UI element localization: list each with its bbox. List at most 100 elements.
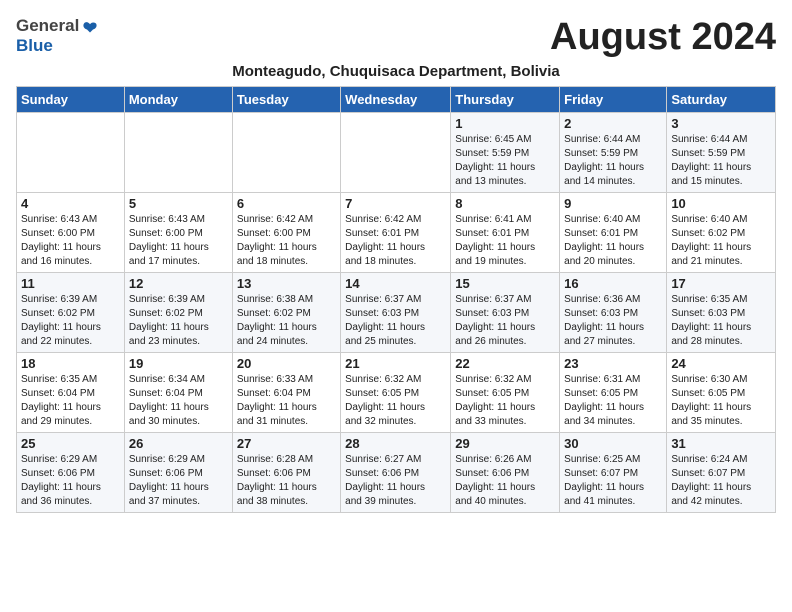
day-number: 26 [129, 436, 228, 451]
day-number: 22 [455, 356, 555, 371]
day-info: Sunrise: 6:44 AM Sunset: 5:59 PM Dayligh… [564, 133, 662, 189]
calendar-day-3: 3 Sunrise: 6:44 AM Sunset: 5:59 PM Daylig… [667, 113, 776, 193]
day-info: Sunrise: 6:32 AM Sunset: 6:05 PM Dayligh… [455, 373, 555, 429]
header: General Blue August 2024 [16, 16, 776, 59]
day-number: 20 [237, 356, 336, 371]
day-info: Sunrise: 6:25 AM Sunset: 6:07 PM Dayligh… [564, 453, 662, 509]
calendar-day-10: 10 Sunrise: 6:40 AM Sunset: 6:02 PM Dayli… [667, 193, 776, 273]
day-number: 9 [564, 196, 662, 211]
day-info: Sunrise: 6:32 AM Sunset: 6:05 PM Dayligh… [345, 373, 446, 429]
calendar-empty-cell [341, 113, 451, 193]
logo-blue: Blue [16, 36, 53, 56]
calendar-day-27: 27 Sunrise: 6:28 AM Sunset: 6:06 PM Dayli… [232, 433, 340, 513]
calendar-day-29: 29 Sunrise: 6:26 AM Sunset: 6:06 PM Dayli… [451, 433, 560, 513]
day-info: Sunrise: 6:37 AM Sunset: 6:03 PM Dayligh… [345, 293, 446, 349]
day-number: 29 [455, 436, 555, 451]
calendar-day-14: 14 Sunrise: 6:37 AM Sunset: 6:03 PM Dayli… [341, 273, 451, 353]
calendar-day-15: 15Sunrise: 6:37 AM Sunset: 6:03 PM Dayli… [451, 273, 560, 353]
day-number: 21 [345, 356, 446, 371]
day-number: 17 [671, 276, 771, 291]
calendar-week-row: 25 Sunrise: 6:29 AM Sunset: 6:06 PM Dayli… [17, 433, 776, 513]
calendar-day-20: 20Sunrise: 6:33 AM Sunset: 6:04 PM Dayli… [232, 353, 340, 433]
calendar-day-23: 23 Sunrise: 6:31 AM Sunset: 6:05 PM Dayli… [560, 353, 667, 433]
day-info: Sunrise: 6:29 AM Sunset: 6:06 PM Dayligh… [21, 453, 120, 509]
calendar-day-26: 26 Sunrise: 6:29 AM Sunset: 6:06 PM Dayli… [124, 433, 232, 513]
day-number: 18 [21, 356, 120, 371]
day-info: Sunrise: 6:29 AM Sunset: 6:06 PM Dayligh… [129, 453, 228, 509]
day-info: Sunrise: 6:40 AM Sunset: 6:01 PM Dayligh… [564, 213, 662, 269]
weekday-header-thursday: Thursday [451, 87, 560, 113]
day-info: Sunrise: 6:37 AM Sunset: 6:03 PM Dayligh… [455, 293, 555, 349]
calendar-week-row: 1Sunrise: 6:45 AM Sunset: 5:59 PM Daylig… [17, 113, 776, 193]
day-number: 23 [564, 356, 662, 371]
weekday-header-saturday: Saturday [667, 87, 776, 113]
weekday-header-monday: Monday [124, 87, 232, 113]
calendar-day-17: 17 Sunrise: 6:35 AM Sunset: 6:03 PM Dayli… [667, 273, 776, 353]
day-number: 27 [237, 436, 336, 451]
day-info: Sunrise: 6:35 AM Sunset: 6:03 PM Dayligh… [671, 293, 771, 349]
day-number: 31 [671, 436, 771, 451]
calendar-week-row: 4 Sunrise: 6:43 AM Sunset: 6:00 PM Daylig… [17, 193, 776, 273]
calendar-week-row: 11 Sunrise: 6:39 AM Sunset: 6:02 PM Dayli… [17, 273, 776, 353]
calendar-day-18: 18 Sunrise: 6:35 AM Sunset: 6:04 PM Dayli… [17, 353, 125, 433]
calendar-day-31: 31 Sunrise: 6:24 AM Sunset: 6:07 PM Dayli… [667, 433, 776, 513]
weekday-header-row: SundayMondayTuesdayWednesdayThursdayFrid… [17, 87, 776, 113]
day-info: Sunrise: 6:44 AM Sunset: 5:59 PM Dayligh… [671, 133, 771, 189]
day-info: Sunrise: 6:28 AM Sunset: 6:06 PM Dayligh… [237, 453, 336, 509]
logo: General Blue [16, 16, 99, 56]
day-info: Sunrise: 6:42 AM Sunset: 6:01 PM Dayligh… [345, 213, 446, 269]
day-number: 11 [21, 276, 120, 291]
calendar-empty-cell [124, 113, 232, 193]
day-number: 2 [564, 116, 662, 131]
day-number: 24 [671, 356, 771, 371]
day-info: Sunrise: 6:45 AM Sunset: 5:59 PM Dayligh… [455, 133, 555, 189]
calendar-day-16: 16Sunrise: 6:36 AM Sunset: 6:03 PM Dayli… [560, 273, 667, 353]
calendar-table: SundayMondayTuesdayWednesdayThursdayFrid… [16, 86, 776, 513]
day-number: 4 [21, 196, 120, 211]
calendar-day-7: 7Sunrise: 6:42 AM Sunset: 6:01 PM Daylig… [341, 193, 451, 273]
calendar-day-5: 5Sunrise: 6:43 AM Sunset: 6:00 PM Daylig… [124, 193, 232, 273]
calendar-day-19: 19Sunrise: 6:34 AM Sunset: 6:04 PM Dayli… [124, 353, 232, 433]
calendar-day-28: 28Sunrise: 6:27 AM Sunset: 6:06 PM Dayli… [341, 433, 451, 513]
day-number: 3 [671, 116, 771, 131]
calendar-empty-cell [232, 113, 340, 193]
day-info: Sunrise: 6:43 AM Sunset: 6:00 PM Dayligh… [129, 213, 228, 269]
day-number: 8 [455, 196, 555, 211]
day-number: 12 [129, 276, 228, 291]
weekday-header-friday: Friday [560, 87, 667, 113]
day-info: Sunrise: 6:39 AM Sunset: 6:02 PM Dayligh… [129, 293, 228, 349]
day-info: Sunrise: 6:42 AM Sunset: 6:00 PM Dayligh… [237, 213, 336, 269]
calendar-day-6: 6 Sunrise: 6:42 AM Sunset: 6:00 PM Daylig… [232, 193, 340, 273]
calendar-day-9: 9 Sunrise: 6:40 AM Sunset: 6:01 PM Daylig… [560, 193, 667, 273]
day-number: 19 [129, 356, 228, 371]
calendar-day-1: 1Sunrise: 6:45 AM Sunset: 5:59 PM Daylig… [451, 113, 560, 193]
day-info: Sunrise: 6:26 AM Sunset: 6:06 PM Dayligh… [455, 453, 555, 509]
day-info: Sunrise: 6:41 AM Sunset: 6:01 PM Dayligh… [455, 213, 555, 269]
day-number: 25 [21, 436, 120, 451]
calendar-day-4: 4 Sunrise: 6:43 AM Sunset: 6:00 PM Daylig… [17, 193, 125, 273]
calendar-day-21: 21 Sunrise: 6:32 AM Sunset: 6:05 PM Dayli… [341, 353, 451, 433]
day-number: 14 [345, 276, 446, 291]
calendar-day-12: 12 Sunrise: 6:39 AM Sunset: 6:02 PM Dayli… [124, 273, 232, 353]
day-number: 30 [564, 436, 662, 451]
day-info: Sunrise: 6:36 AM Sunset: 6:03 PM Dayligh… [564, 293, 662, 349]
day-info: Sunrise: 6:39 AM Sunset: 6:02 PM Dayligh… [21, 293, 120, 349]
calendar-subtitle: Monteagudo, Chuquisaca Department, Boliv… [16, 63, 776, 80]
weekday-header-tuesday: Tuesday [232, 87, 340, 113]
day-info: Sunrise: 6:30 AM Sunset: 6:05 PM Dayligh… [671, 373, 771, 429]
day-number: 28 [345, 436, 446, 451]
day-info: Sunrise: 6:35 AM Sunset: 6:04 PM Dayligh… [21, 373, 120, 429]
calendar-empty-cell [17, 113, 125, 193]
day-info: Sunrise: 6:24 AM Sunset: 6:07 PM Dayligh… [671, 453, 771, 509]
calendar-day-8: 8 Sunrise: 6:41 AM Sunset: 6:01 PM Daylig… [451, 193, 560, 273]
calendar-week-row: 18 Sunrise: 6:35 AM Sunset: 6:04 PM Dayli… [17, 353, 776, 433]
calendar-day-25: 25 Sunrise: 6:29 AM Sunset: 6:06 PM Dayli… [17, 433, 125, 513]
day-info: Sunrise: 6:40 AM Sunset: 6:02 PM Dayligh… [671, 213, 771, 269]
month-title: August 2024 [550, 16, 776, 59]
day-info: Sunrise: 6:31 AM Sunset: 6:05 PM Dayligh… [564, 373, 662, 429]
day-number: 6 [237, 196, 336, 211]
day-info: Sunrise: 6:43 AM Sunset: 6:00 PM Dayligh… [21, 213, 120, 269]
day-number: 10 [671, 196, 771, 211]
day-info: Sunrise: 6:38 AM Sunset: 6:02 PM Dayligh… [237, 293, 336, 349]
weekday-header-wednesday: Wednesday [341, 87, 451, 113]
